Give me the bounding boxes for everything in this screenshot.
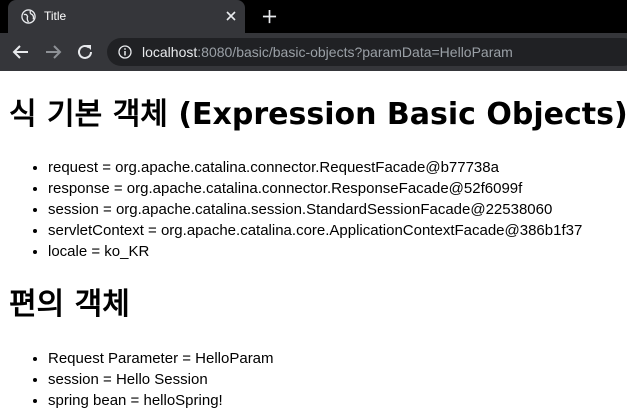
list-item: spring bean = helloSpring! xyxy=(48,390,274,411)
tab-strip: Title xyxy=(0,0,627,33)
basic-objects-list: request = org.apache.catalina.connector.… xyxy=(29,157,582,262)
globe-icon xyxy=(21,9,36,24)
back-arrow-icon[interactable] xyxy=(12,43,30,61)
list-item: locale = ko_KR xyxy=(48,241,582,262)
list-item: session = Hello Session xyxy=(48,369,274,390)
info-icon[interactable] xyxy=(118,45,132,59)
url-path: :8080/basic/basic-objects?paramData=Hell… xyxy=(197,44,513,60)
close-icon[interactable] xyxy=(225,10,237,22)
browser-toolbar: localhost:8080/basic/basic-objects?param… xyxy=(0,33,627,71)
url-text[interactable]: localhost:8080/basic/basic-objects?param… xyxy=(142,44,513,60)
address-bar[interactable]: localhost:8080/basic/basic-objects?param… xyxy=(107,38,627,66)
tab-title: Title xyxy=(44,9,67,23)
page-content: 식 기본 객체 (Expression Basic Objects) reque… xyxy=(0,71,627,417)
plus-icon[interactable] xyxy=(262,9,277,24)
list-item: session = org.apache.catalina.session.St… xyxy=(48,199,582,220)
list-item: servletContext = org.apache.catalina.cor… xyxy=(48,220,582,241)
list-item: Request Parameter = HelloParam xyxy=(48,348,274,369)
browser-tab[interactable]: Title xyxy=(8,0,245,33)
basic-objects-heading: 식 기본 객체 (Expression Basic Objects) xyxy=(9,97,627,132)
url-host: localhost xyxy=(142,44,198,60)
reload-icon[interactable] xyxy=(76,43,94,61)
convenience-objects-list: Request Parameter = HelloParam session =… xyxy=(29,348,274,411)
convenience-objects-heading: 편의 객체 xyxy=(9,287,130,322)
list-item: request = org.apache.catalina.connector.… xyxy=(48,157,582,178)
forward-arrow-icon[interactable] xyxy=(44,43,62,61)
list-item: response = org.apache.catalina.connector… xyxy=(48,178,582,199)
